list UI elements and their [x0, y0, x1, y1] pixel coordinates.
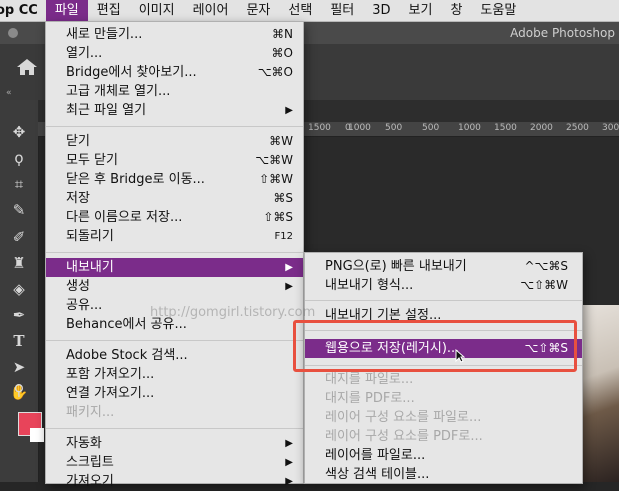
menu-3d[interactable]: 3D — [363, 0, 399, 21]
submenu-arrow-icon: ▶ — [285, 262, 293, 273]
menu-item-export[interactable]: 내보내기 ▶ — [46, 258, 303, 277]
menu-separator — [46, 340, 303, 341]
submenu-arrow-icon: ▶ — [285, 457, 293, 468]
menu-item-open-smart-object[interactable]: 고급 개체로 열기... — [46, 82, 303, 101]
menu-separator — [305, 365, 582, 366]
bucket-icon[interactable]: ◈ — [9, 279, 29, 299]
menu-file[interactable]: 파일 — [45, 0, 88, 21]
export-submenu: PNG으(로) 빠른 내보내기 ^⌥⌘S 내보내기 형식... ⌥⇧⌘W 내보내기 … — [304, 252, 583, 484]
menu-separator — [305, 330, 582, 331]
menu-window[interactable]: 창 — [441, 0, 471, 21]
pen-icon[interactable]: ✒ — [9, 305, 29, 325]
menu-item-browse-bridge[interactable]: Bridge에서 찾아보기... ⌥⌘O — [46, 63, 303, 82]
ruler-tick: 1500 — [308, 123, 331, 133]
menu-edit[interactable]: 편집 — [88, 0, 130, 21]
type-icon[interactable]: T — [9, 331, 29, 351]
submenu-item-layer-comps-to-pdf: 레이어 구성 요소를 PDF로... — [325, 429, 483, 444]
file-menu: 새로 만들기... ⌘N 열기... ⌘O Bridge에서 찾아보기... ⌥⌘O … — [45, 21, 304, 489]
menu-layer[interactable]: 레이어 — [184, 0, 238, 21]
menu-item-open[interactable]: 열기... ⌘O — [46, 44, 303, 63]
ruler-tick: 1000 — [458, 123, 481, 133]
app-name[interactable]: op CC — [0, 3, 46, 18]
submenu-item-quick-export-png[interactable]: PNG으(로) 빠른 내보내기 ^⌥⌘S — [305, 257, 582, 276]
ruler-tick: 1500 — [494, 123, 517, 133]
menu-type[interactable]: 문자 — [237, 0, 279, 21]
eyedropper-icon[interactable]: ✎ — [9, 200, 29, 220]
menu-item-new[interactable]: 새로 만들기... ⌘N — [46, 25, 303, 44]
menu-separator — [305, 300, 582, 301]
menu-item-scripts[interactable]: 스크립트 ▶ — [46, 453, 303, 472]
path-select-icon[interactable]: ➤ — [9, 357, 29, 377]
ruler-tick: 500 — [422, 123, 440, 133]
menu-filter[interactable]: 필터 — [321, 0, 363, 21]
submenu-item-export-as[interactable]: 내보내기 형식... ⌥⇧⌘W — [305, 276, 582, 295]
ruler-tick: 500 — [385, 123, 403, 133]
home-icon[interactable] — [16, 58, 38, 76]
menu-separator — [46, 126, 303, 127]
menu-help[interactable]: 도움말 — [471, 0, 525, 21]
mouse-cursor-icon — [455, 349, 465, 363]
menu-image[interactable]: 이미지 — [130, 0, 184, 21]
menu-item-adobe-stock[interactable]: Adobe Stock 검색... — [46, 346, 303, 365]
submenu-item-layer-comps-to-files: 레이어 구성 요소를 파일로... — [325, 410, 482, 425]
menu-item-close[interactable]: 닫기 ⌘W — [46, 132, 303, 151]
ruler-tick: 2000 — [530, 123, 553, 133]
close-window-icon[interactable] — [8, 28, 18, 38]
background-color-swatch[interactable] — [30, 428, 44, 442]
submenu-item-artboards-to-files: 대지를 파일로... — [325, 372, 414, 387]
menu-item-close-all[interactable]: 모두 닫기 ⌥⌘W — [46, 151, 303, 170]
menu-select[interactable]: 선택 — [279, 0, 321, 21]
ruler-tick: 3000 — [602, 123, 619, 133]
brush-icon[interactable]: ✐ — [9, 227, 29, 247]
submenu-item-export-preferences[interactable]: 내보내기 기본 설정... — [305, 306, 582, 325]
menu-item-package: 패키지... — [66, 405, 115, 420]
submenu-item-layers-to-files[interactable]: 레이어를 파일로... — [305, 446, 582, 465]
menu-bar: op CC 파일 편집 이미지 레이어 문자 선택 필터 3D 보기 창 도움말 — [0, 0, 619, 22]
submenu-arrow-icon: ▶ — [285, 438, 293, 449]
zoom-tool-icon[interactable]: ⚲ — [9, 380, 29, 400]
submenu-arrow-icon: ▶ — [285, 281, 293, 292]
lasso-icon[interactable]: ϙ — [9, 148, 29, 168]
submenu-arrow-icon: ▶ — [285, 105, 293, 116]
menu-item-open-recent[interactable]: 최근 파일 열기 ▶ — [46, 101, 303, 120]
window-title: Adobe Photoshop — [510, 26, 615, 40]
menu-item-revert[interactable]: 되돌리기 F12 — [46, 227, 303, 246]
menu-separator — [46, 428, 303, 429]
menu-item-place-embedded[interactable]: 포함 가져오기... — [46, 365, 303, 384]
menu-item-close-go-bridge[interactable]: 닫은 후 Bridge로 이동... ⇧⌘W — [46, 170, 303, 189]
ruler-tick: 2500 — [566, 123, 589, 133]
menu-item-save-as[interactable]: 다른 이름으로 저장... ⇧⌘S — [46, 208, 303, 227]
menu-item-place-linked[interactable]: 연결 가져오기... — [46, 384, 303, 403]
stamp-icon[interactable]: ♜ — [9, 253, 29, 273]
watermark: http://gomgirl.tistory.com — [150, 305, 316, 320]
menu-item-save[interactable]: 저장 ⌘S — [46, 189, 303, 208]
move-icon[interactable]: ✥ — [9, 122, 29, 142]
menu-item-automate[interactable]: 자동화 ▶ — [46, 434, 303, 453]
menu-separator — [46, 252, 303, 253]
submenu-item-artboards-to-pdf: 대지를 PDF로... — [325, 391, 415, 406]
menu-item-generate[interactable]: 생성 ▶ — [46, 277, 303, 296]
submenu-item-color-lookup-tables[interactable]: 색상 검색 테이블... — [305, 465, 582, 484]
menu-view[interactable]: 보기 — [400, 0, 442, 21]
submenu-item-save-for-web-legacy[interactable]: 웹용으로 저장(레거시)... ⌥⇧⌘S — [305, 339, 582, 358]
ruler-tick: 1000 — [348, 123, 371, 133]
crop-icon[interactable]: ⌗ — [9, 174, 29, 194]
collapse-icon[interactable]: « — [6, 88, 12, 98]
